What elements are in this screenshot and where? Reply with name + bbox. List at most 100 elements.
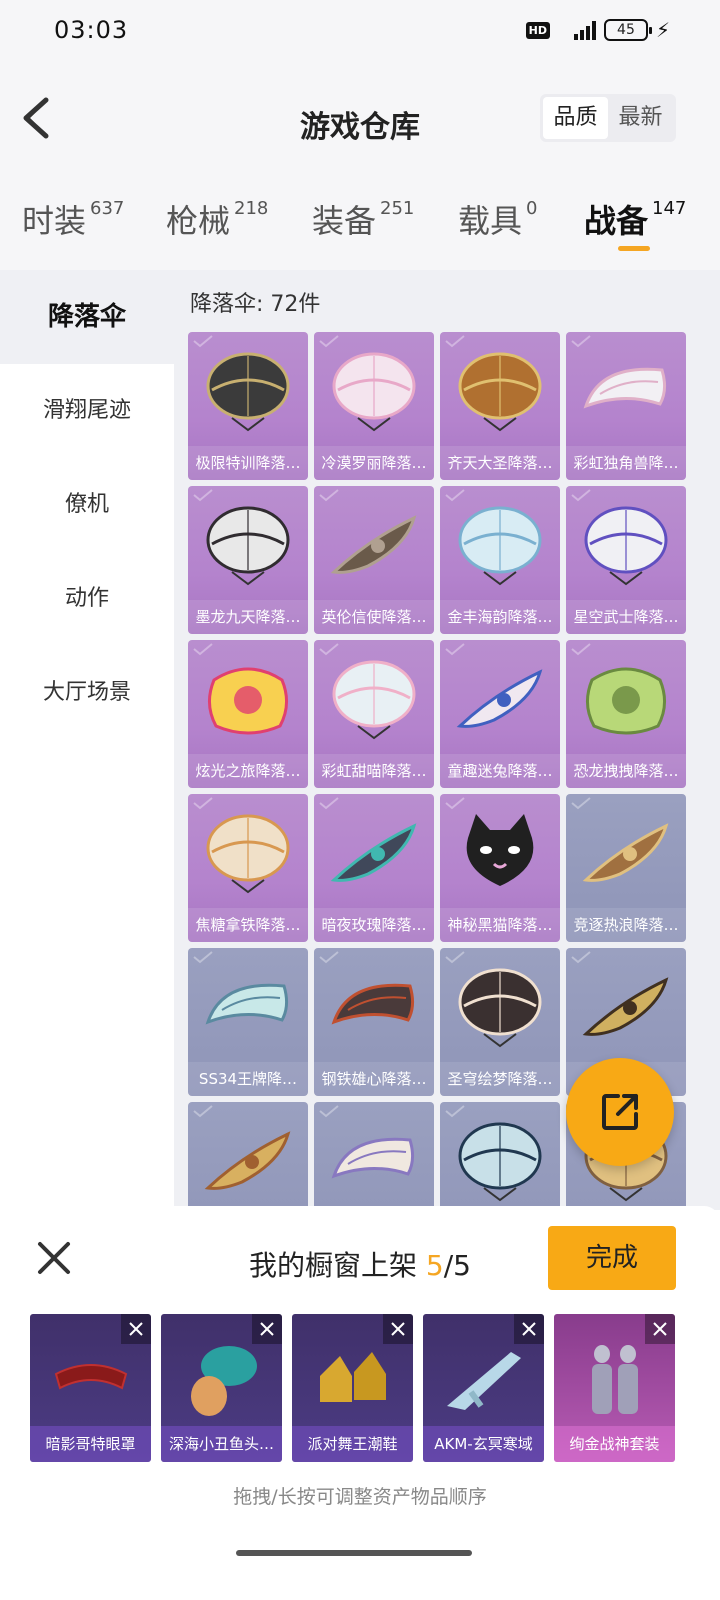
parachute-name: 暗夜玫瑰降落… (314, 908, 434, 942)
sidebar-item-emote[interactable]: 动作 (0, 552, 174, 646)
parachute-name: 恐龙拽拽降落… (566, 754, 686, 788)
parachute-card[interactable]: SS34王牌降… (188, 948, 308, 1096)
parachute-name: 英伦信使降落… (314, 600, 434, 634)
showcase-item-name: 深海小丑鱼头… (161, 1426, 282, 1462)
parachute-card[interactable]: 神秘黑猫降落… (440, 794, 560, 942)
parachute-card[interactable]: 星空武士降落… (566, 486, 686, 634)
share-button[interactable] (566, 1058, 674, 1166)
parachute-name: 金丰海韵降落… (440, 600, 560, 634)
showcase-item-image (48, 1336, 134, 1422)
sort-quality-button[interactable]: 品质 (543, 97, 608, 139)
showcase-item[interactable]: 深海小丑鱼头… (161, 1314, 282, 1462)
status-time: 03:03 (54, 16, 129, 44)
parachute-name: 焦糖拿铁降落… (188, 908, 308, 942)
parachute-image (454, 808, 546, 900)
parachute-image (454, 1116, 546, 1208)
parachute-name: 彩虹独角兽降… (566, 446, 686, 480)
parachute-card[interactable]: 彩虹独角兽降… (566, 332, 686, 480)
done-button[interactable]: 完成 (548, 1226, 676, 1290)
tab-equipment[interactable]: 装备 251 (312, 196, 414, 242)
parachute-name: 圣穹绘梦降落… (440, 1062, 560, 1096)
status-icons: HD 45 ⚡ (525, 18, 670, 42)
parachute-card[interactable] (440, 1102, 560, 1210)
parachute-name: 童趣迷兔降落… (440, 754, 560, 788)
parachute-image (454, 346, 546, 438)
parachute-card[interactable]: 圣穹绘梦降落… (440, 948, 560, 1096)
parachute-card[interactable]: 极限特训降落… (188, 332, 308, 480)
sidebar-item-lobby-scene[interactable]: 大厅场景 (0, 646, 174, 740)
showcase-item-image (441, 1336, 527, 1422)
sort-newest-button[interactable]: 最新 (608, 97, 673, 139)
share-icon (602, 1094, 638, 1130)
parachute-card[interactable]: 英伦信使降落… (314, 486, 434, 634)
parachute-name: SS34王牌降… (188, 1062, 308, 1096)
parachute-card[interactable]: 彩虹甜喵降落… (314, 640, 434, 788)
parachute-image (454, 500, 546, 592)
header: 游戏仓库 品质 最新 (0, 64, 720, 184)
showcase-item-image (572, 1336, 658, 1422)
parachute-name: 星空武士降落… (566, 600, 686, 634)
sidebar-item-parachute[interactable]: 降落伞 (0, 270, 174, 364)
parachute-card[interactable]: 暗夜玫瑰降落… (314, 794, 434, 942)
reorder-hint: 拖拽/长按可调整资产物品顺序 (233, 1486, 487, 1508)
parachute-name: 神秘黑猫降落… (440, 908, 560, 942)
parachute-name: 竞逐热浪降落… (566, 908, 686, 942)
showcase-count-total: 5 (453, 1249, 471, 1282)
showcase-item-name: 绚金战神套装 (554, 1426, 675, 1462)
parachute-card[interactable]: 恐龙拽拽降落… (566, 640, 686, 788)
tab-indicator (618, 246, 650, 251)
parachute-card[interactable]: 童趣迷兔降落… (440, 640, 560, 788)
parachute-card[interactable]: 焦糖拿铁降落… (188, 794, 308, 942)
parachute-name: 钢铁雄心降落… (314, 1062, 434, 1096)
tab-battle-gear[interactable]: 战备 147 (584, 196, 686, 242)
parachute-card[interactable]: 墨龙九天降落… (188, 486, 308, 634)
showcase-item[interactable]: 绚金战神套装 (554, 1314, 675, 1462)
category-tabs: 时装 637 枪械 218 装备 251 载具 0 战备 147 (0, 184, 720, 270)
parachute-image (580, 346, 672, 438)
showcase-panel: 我的橱窗上架 5/5 完成 暗影哥特眼罩 深海小丑鱼头… 派对舞王潮鞋 AKM-玄冥寒… (0, 1206, 720, 1600)
sidebar-item-wingman[interactable]: 僚机 (0, 458, 174, 552)
parachute-image (328, 654, 420, 746)
charging-icon: ⚡ (655, 18, 670, 42)
showcase-item[interactable]: 暗影哥特眼罩 (30, 1314, 151, 1462)
parachute-image (328, 346, 420, 438)
sidebar-item-glide-trail[interactable]: 滑翔尾迹 (0, 364, 174, 458)
parachute-image (580, 654, 672, 746)
tab-vehicles[interactable]: 载具 0 (458, 196, 537, 242)
showcase-item[interactable]: 派对舞王潮鞋 (292, 1314, 413, 1462)
parachute-image (202, 500, 294, 592)
parachute-card[interactable] (314, 1102, 434, 1210)
parachute-image (328, 1116, 420, 1208)
parachute-image (202, 962, 294, 1054)
parachute-card[interactable] (188, 1102, 308, 1210)
hd-icon: HD (525, 21, 550, 39)
parachute-card[interactable]: 竞逐热浪降落… (566, 794, 686, 942)
home-indicator[interactable] (236, 1550, 472, 1556)
parachute-image (328, 962, 420, 1054)
parachute-image (328, 500, 420, 592)
parachute-card[interactable]: 冷漠罗丽降落… (314, 332, 434, 480)
parachute-image (202, 808, 294, 900)
parachute-card[interactable]: 齐天大圣降落… (440, 332, 560, 480)
parachute-image (580, 962, 672, 1054)
showcase-item-image (310, 1336, 396, 1422)
showcase-count-current: 5 (425, 1249, 444, 1282)
showcase-item[interactable]: AKM-玄冥寒域 (423, 1314, 544, 1462)
parachute-image (454, 654, 546, 746)
parachute-card[interactable]: 钢铁雄心降落… (314, 948, 434, 1096)
parachute-image (580, 808, 672, 900)
parachute-image (454, 962, 546, 1054)
battery-level: 45 (617, 22, 635, 38)
parachute-name: 齐天大圣降落… (440, 446, 560, 480)
showcase-item-name: 派对舞王潮鞋 (292, 1426, 413, 1462)
tab-guns[interactable]: 枪械 218 (166, 196, 268, 242)
parachute-card[interactable]: 金丰海韵降落… (440, 486, 560, 634)
tab-fashion[interactable]: 时装 637 (22, 196, 124, 242)
parachute-name: 冷漠罗丽降落… (314, 446, 434, 480)
sort-toggle: 品质 最新 (540, 94, 676, 142)
showcase-item-name: 暗影哥特眼罩 (30, 1426, 151, 1462)
parachute-card[interactable]: 炫光之旅降落… (188, 640, 308, 788)
status-bar: 03:03 HD 45 ⚡ (0, 0, 720, 64)
showcase-item-name: AKM-玄冥寒域 (423, 1426, 544, 1462)
showcase-item-image (179, 1336, 265, 1422)
